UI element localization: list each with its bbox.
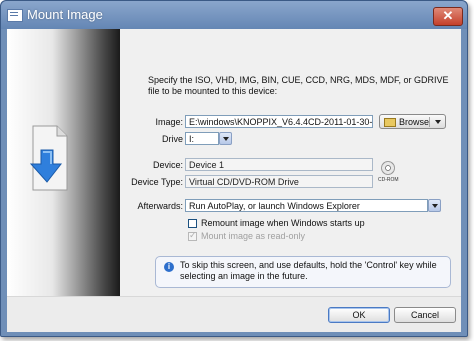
afterwards-select[interactable]: Run AutoPlay, or launch Windows Explorer bbox=[185, 199, 428, 212]
info-text: To skip this screen, and use defaults, h… bbox=[180, 260, 437, 281]
device-type-label: Device Type: bbox=[131, 177, 183, 187]
side-banner bbox=[7, 29, 120, 296]
remount-label[interactable]: Remount image when Windows starts up bbox=[201, 218, 365, 228]
remount-checkbox[interactable] bbox=[188, 219, 197, 228]
intro-line-1: Specify the ISO, VHD, IMG, BIN, CUE, CCD… bbox=[148, 75, 449, 85]
afterwards-dropdown-button[interactable] bbox=[428, 199, 441, 212]
chevron-down-icon[interactable] bbox=[435, 120, 441, 124]
folder-icon bbox=[384, 118, 396, 127]
dialog-client-area: Specify the ISO, VHD, IMG, BIN, CUE, CCD… bbox=[7, 29, 461, 332]
browse-separator bbox=[429, 117, 430, 127]
info-box: i To skip this screen, and use defaults,… bbox=[155, 256, 451, 288]
info-icon: i bbox=[164, 262, 174, 272]
intro-line-2: file to be mounted to this device: bbox=[148, 86, 278, 96]
image-label: Image: bbox=[155, 117, 183, 127]
browse-label: Browse bbox=[399, 117, 430, 127]
device-type-field: Virtual CD/DVD-ROM Drive bbox=[185, 175, 373, 188]
ok-button[interactable]: OK bbox=[328, 307, 390, 323]
close-icon[interactable]: ✕ bbox=[433, 7, 463, 26]
title-bar[interactable]: Mount Image ✕ bbox=[1, 1, 467, 29]
readonly-label: Mount image as read-only bbox=[201, 231, 306, 241]
drive-dropdown-button[interactable] bbox=[219, 132, 232, 145]
device-label: Device: bbox=[152, 160, 183, 170]
afterwards-label: Afterwards: bbox=[137, 201, 183, 211]
drive-select[interactable]: I: bbox=[185, 132, 219, 145]
window-icon bbox=[7, 9, 23, 22]
disc-badge: CD-ROM bbox=[378, 177, 399, 183]
browse-button[interactable]: Browse bbox=[379, 114, 446, 129]
button-bar: OK Cancel bbox=[7, 296, 461, 332]
disc-icon bbox=[381, 161, 395, 175]
device-field: Device 1 bbox=[185, 158, 373, 171]
drive-label: Drive bbox=[161, 134, 183, 144]
mount-image-window: Mount Image ✕ Specify the ISO, VHD, IMG,… bbox=[0, 0, 468, 337]
window-title: Mount Image bbox=[27, 7, 103, 22]
image-path-field[interactable]: E:\windows\KNOPPIX_V6.4.4CD-2011-01-30-E… bbox=[185, 115, 373, 128]
readonly-checkbox bbox=[188, 230, 197, 241]
cancel-button[interactable]: Cancel bbox=[394, 307, 456, 323]
mount-file-icon bbox=[29, 125, 68, 191]
